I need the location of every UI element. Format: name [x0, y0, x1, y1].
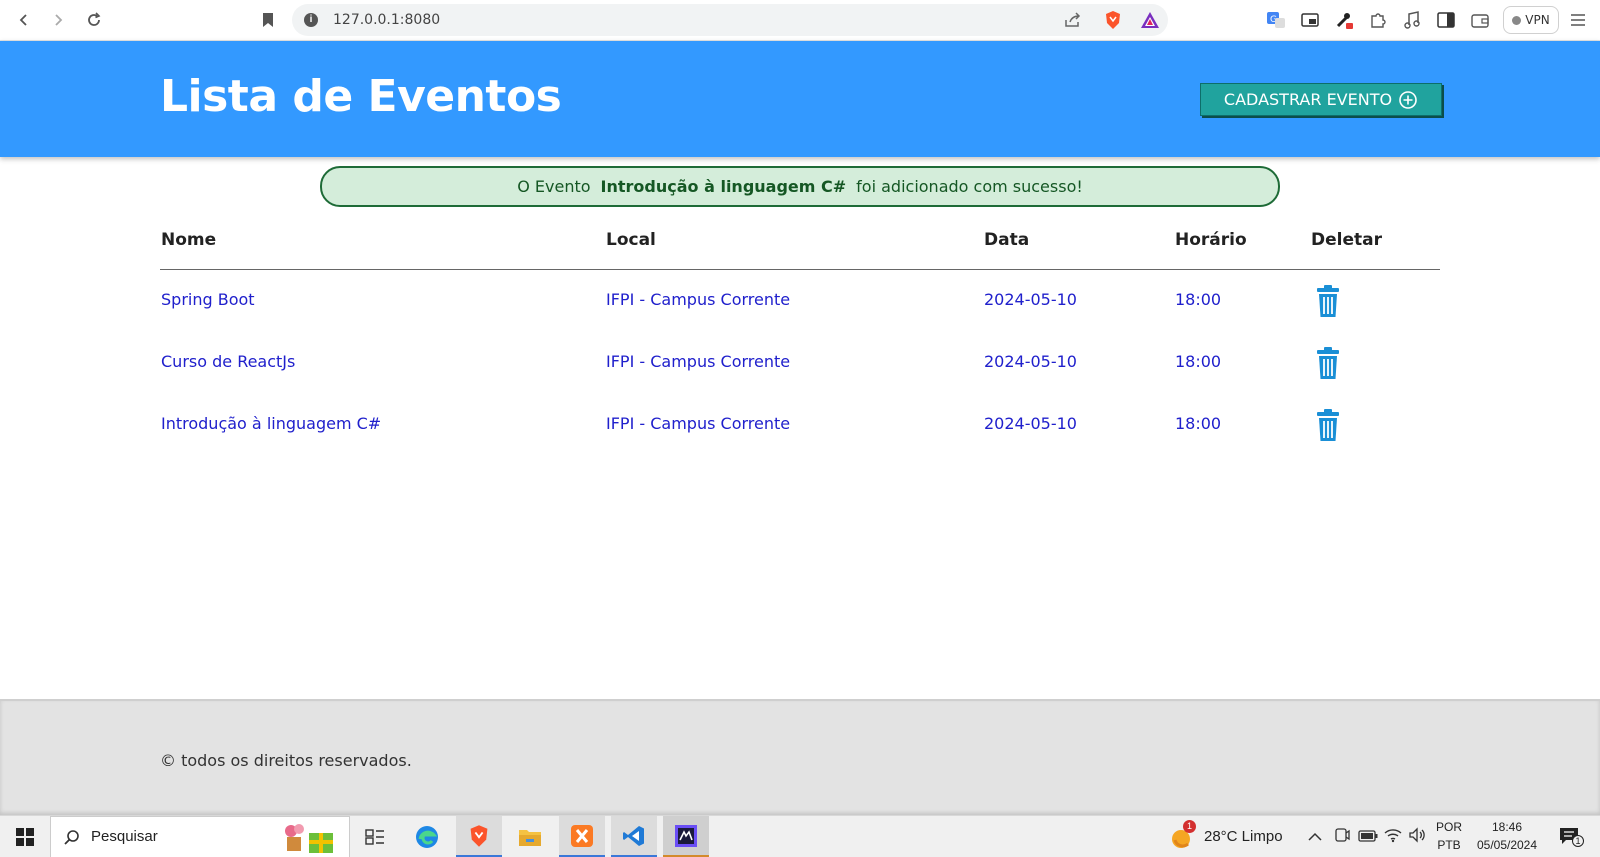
trash-icon[interactable]: [1315, 408, 1341, 442]
meet-now-icon[interactable]: [1334, 827, 1350, 850]
search-icon: [64, 830, 79, 845]
brave-browser-icon[interactable]: [456, 816, 502, 857]
row-horario: 18:00: [1175, 414, 1222, 433]
register-event-button[interactable]: CADASTRAR EVENTO: [1200, 83, 1442, 116]
task-view-icon[interactable]: [352, 816, 398, 857]
row-horario: 18:00: [1175, 290, 1222, 309]
header-deletar: Deletar: [1311, 230, 1382, 250]
edge-icon[interactable]: [404, 816, 450, 857]
bookmark-icon[interactable]: [256, 8, 280, 32]
volume-icon[interactable]: [1408, 827, 1426, 848]
system-clock[interactable]: 18:46 05/05/2024: [1470, 820, 1544, 852]
taskbar-search-box[interactable]: Pesquisar: [50, 816, 350, 857]
notifications-icon[interactable]: 1: [1558, 826, 1584, 853]
table-header: Nome Local Data Horário Deletar: [160, 220, 1440, 270]
address-bar[interactable]: i 127.0.0.1:8080: [292, 4, 1168, 36]
wifi-icon[interactable]: [1384, 827, 1402, 848]
alert-prefix: O Evento: [517, 177, 591, 196]
row-data: 2024-05-10: [984, 414, 1077, 433]
vpn-status-icon: [1512, 15, 1522, 25]
xampp-icon[interactable]: [559, 816, 605, 857]
weather-badge: 1: [1183, 820, 1196, 833]
forward-icon[interactable]: [46, 8, 70, 32]
events-table: Nome Local Data Horário Deletar Spring B…: [160, 220, 1440, 456]
row-local: IFPI - Campus Corrente: [606, 414, 791, 433]
search-highlight-icon: [285, 824, 333, 853]
translate-icon[interactable]: G: [1264, 8, 1288, 32]
picture-in-picture-icon[interactable]: [1298, 8, 1322, 32]
vpn-label: VPN: [1525, 13, 1550, 27]
row-local: IFPI - Campus Corrente: [606, 290, 791, 309]
browser-toolbar: i 127.0.0.1:8080 G VPN: [0, 0, 1600, 41]
table-row: Curso de ReactJs IFPI - Campus Corrente …: [160, 332, 1440, 394]
url-text[interactable]: 127.0.0.1:8080: [333, 12, 440, 28]
table-row: Spring Boot IFPI - Campus Corrente 2024-…: [160, 270, 1440, 332]
share-icon[interactable]: [1064, 12, 1082, 33]
chevron-up-icon[interactable]: [1308, 829, 1322, 847]
header-horario: Horário: [1175, 230, 1247, 250]
taskbar-search-placeholder: Pesquisar: [91, 828, 158, 845]
back-icon[interactable]: [12, 8, 36, 32]
trash-icon[interactable]: [1315, 284, 1341, 318]
clock-time: 18:46: [1491, 820, 1523, 834]
language-code: POR: [1435, 820, 1462, 834]
footer-text: © todos os direitos reservados.: [160, 751, 412, 770]
language-indicator[interactable]: POR PTB: [1432, 820, 1466, 852]
trash-icon[interactable]: [1315, 346, 1341, 380]
info-icon[interactable]: i: [304, 13, 318, 27]
extensions-puzzle-icon[interactable]: [1366, 8, 1390, 32]
intellij-icon[interactable]: [663, 816, 709, 857]
windows-start-icon[interactable]: [2, 816, 48, 857]
wallet-icon[interactable]: [1468, 8, 1492, 32]
reload-icon[interactable]: [82, 8, 106, 32]
vscode-icon[interactable]: [611, 816, 657, 857]
keyboard-layout: PTB: [1437, 838, 1461, 852]
header-nome: Nome: [161, 230, 217, 250]
row-nome: Introdução à linguagem C#: [161, 414, 382, 433]
table-row: Introdução à linguagem C# IFPI - Campus …: [160, 394, 1440, 456]
file-explorer-icon[interactable]: [507, 816, 553, 857]
music-icon[interactable]: [1400, 8, 1424, 32]
plus-circle-icon: [1399, 90, 1417, 109]
notification-count: 1: [1572, 835, 1584, 847]
sidebar-icon[interactable]: [1434, 8, 1458, 32]
page-title: Lista de Eventos: [160, 71, 562, 122]
alert-event-name: Introdução à linguagem C#: [600, 177, 847, 196]
header-data: Data: [984, 230, 1030, 250]
register-event-label: CADASTRAR EVENTO: [1223, 90, 1393, 109]
row-horario: 18:00: [1175, 352, 1222, 371]
row-nome: Curso de ReactJs: [161, 352, 296, 371]
row-local: IFPI - Campus Corrente: [606, 352, 791, 371]
header-local: Local: [606, 230, 656, 250]
brave-rewards-icon[interactable]: [1140, 11, 1160, 34]
brave-shield-icon[interactable]: [1104, 10, 1122, 35]
page-footer: © todos os direitos reservados.: [0, 699, 1600, 815]
menu-icon[interactable]: [1566, 8, 1590, 32]
app-header: Lista de Eventos CADASTRAR EVENTO: [0, 41, 1600, 157]
clock-date: 05/05/2024: [1476, 838, 1538, 852]
alert-suffix: foi adicionado com sucesso!: [856, 177, 1083, 196]
row-data: 2024-05-10: [984, 290, 1077, 309]
extension-tool-icon[interactable]: [1332, 8, 1356, 32]
row-nome: Spring Boot: [161, 290, 255, 309]
success-alert: O Evento Introdução à linguagem C# foi a…: [320, 166, 1280, 207]
vpn-button[interactable]: VPN: [1503, 6, 1559, 34]
weather-text[interactable]: 28°C Limpo: [1204, 828, 1283, 845]
taskbar: Pesquisar 1 28°C Limpo POR PTB 18:46 05/…: [0, 815, 1600, 857]
battery-icon[interactable]: [1358, 829, 1378, 847]
row-data: 2024-05-10: [984, 352, 1077, 371]
